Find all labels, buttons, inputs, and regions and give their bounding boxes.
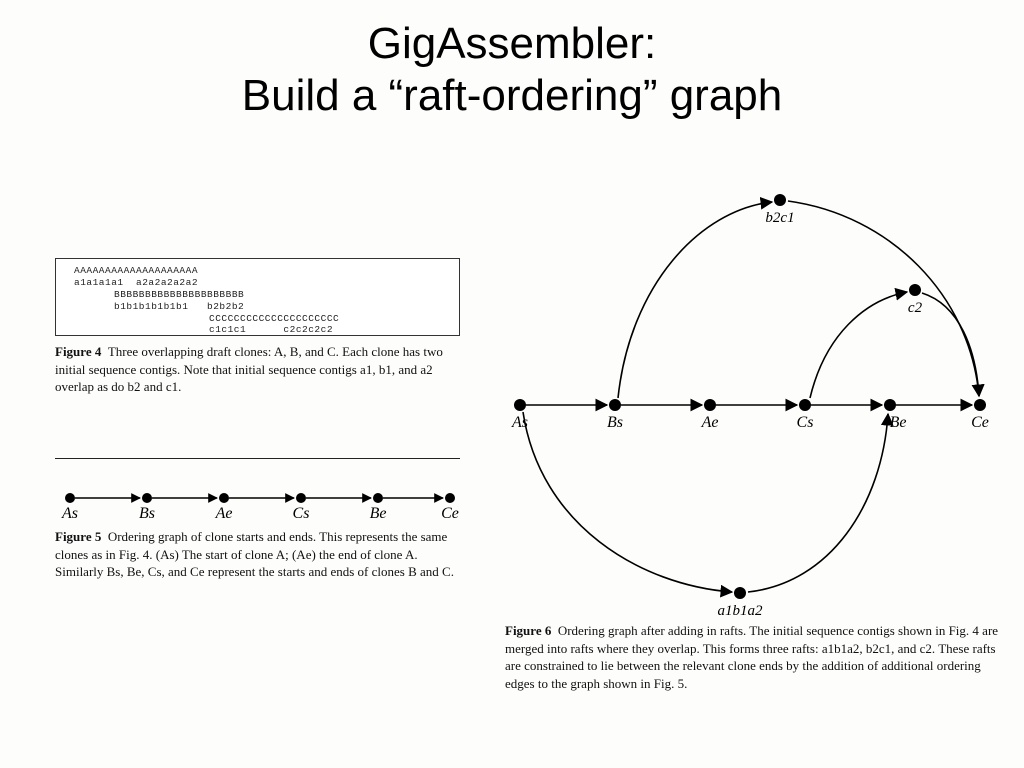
figure-4-label: Figure 4 [55,344,101,359]
fig4-line-b: b1b1b1b1b1b1 b2b2b2 [74,301,449,313]
figure-5-rule [55,458,460,459]
fig4-line-B: BBBBBBBBBBBBBBBBBBBBB [74,289,449,301]
fig4-line-a: a1a1a1a1 a2a2a2a2a2 [74,277,449,289]
figure-4-caption: Figure 4 Three overlapping draft clones:… [55,343,460,396]
figure-6-text: Ordering graph after adding in rafts. Th… [505,623,998,691]
figure-6-label: Figure 6 [505,623,551,638]
fig5-node-Be: Be [370,505,387,522]
fig6-node-Be: Be [890,414,907,431]
fig4-line-C: CCCCCCCCCCCCCCCCCCCCC [74,313,449,325]
figure-5-graph: As Bs Ae Cs Be Ce [55,480,460,525]
fig6-node-Bs: Bs [607,414,623,431]
fig6-node-Ce: Ce [971,414,989,431]
fig5-node-Ae: Ae [215,505,233,522]
fig6-raft-b2c1: b2c1 [765,210,794,226]
fig6-node-Ae: Ae [701,414,719,431]
fig5-node-Cs: Cs [293,505,310,522]
figure-5-caption: Figure 5 Ordering graph of clone starts … [55,528,460,581]
figure-4-box: AAAAAAAAAAAAAAAAAAAA a1a1a1a1 a2a2a2a2a2… [55,258,460,336]
fig4-line-A: AAAAAAAAAAAAAAAAAAAA [74,265,449,277]
fig5-node-Ce: Ce [441,505,459,522]
title-line-2: Build a “raft-ordering” graph [242,71,782,120]
fig6-node-Cs: Cs [797,414,814,431]
fig5-node-As: As [61,505,78,522]
fig6-raft-c2: c2 [908,300,923,316]
fig5-nodes: As Bs Ae Cs Be Ce [61,493,459,522]
title-line-1: GigAssembler: [368,19,657,68]
figure-5-label: Figure 5 [55,529,101,544]
figure-6-caption: Figure 6 Ordering graph after adding in … [505,622,1000,692]
fig5-node-Bs: Bs [139,505,155,522]
figure-4-text: Three overlapping draft clones: A, B, an… [55,344,443,394]
figure-5-text: Ordering graph of clone starts and ends.… [55,529,454,579]
fig6-raft-a1b1a2: a1b1a2 [718,603,764,619]
slide: GigAssembler: Build a “raft-ordering” gr… [0,0,1024,768]
figure-6-graph: As Bs Ae Cs Be Ce b2c1 c2 a1b1a2 [490,165,1000,635]
fig4-line-c: c1c1c1 c2c2c2c2 [74,324,449,336]
slide-title: GigAssembler: Build a “raft-ordering” gr… [0,18,1024,122]
